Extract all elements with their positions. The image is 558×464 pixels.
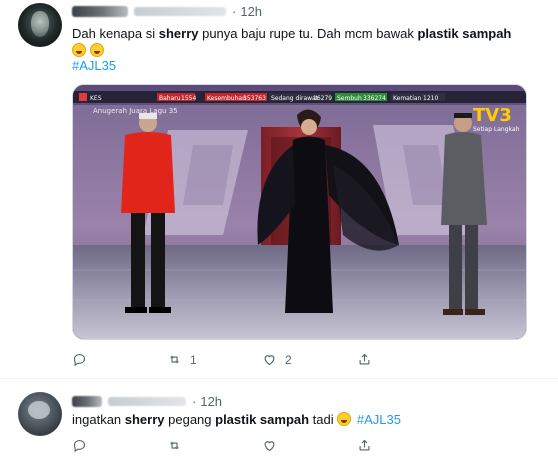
hashtag-line: #AJL35: [72, 56, 116, 75]
reply-button[interactable]: [72, 352, 167, 367]
svg-text:Baharu: Baharu: [159, 95, 181, 102]
tweet-text: Dah kenapa si sherry punya baju rupe tu.…: [72, 26, 512, 41]
share-button[interactable]: [357, 438, 452, 453]
svg-text:1554: 1554: [181, 95, 196, 102]
tweet-header: · 12h: [72, 394, 222, 409]
tweet-actions: 1 2: [72, 352, 452, 367]
retweet-icon: [170, 355, 179, 364]
share-button[interactable]: [357, 352, 452, 367]
svg-text:1210: 1210: [423, 95, 438, 102]
share-icon: [359, 439, 370, 451]
tweet[interactable]: · 12h Dah kenapa si sherry punya baju ru…: [0, 0, 558, 379]
author-name-blurred[interactable]: [72, 6, 128, 17]
emoji-row: [72, 43, 106, 57]
tweet-media-image[interactable]: KES Baharu 1554 Kesembuhan 353763 Sedang…: [72, 84, 527, 340]
like-icon: [264, 441, 275, 452]
stage-caption: Anugerah Juara Lagu 35: [93, 107, 178, 115]
reply-button[interactable]: [72, 438, 167, 453]
reply-icon: [73, 353, 86, 367]
like-count: 2: [285, 352, 292, 367]
hashtag-link[interactable]: #AJL35: [72, 58, 116, 73]
svg-text:Kesembuhan: Kesembuhan: [207, 95, 246, 102]
author-handle-blurred: [134, 7, 226, 16]
retweet-count: 1: [190, 352, 197, 367]
avatar[interactable]: [18, 392, 62, 436]
tv3-logo: TV3: [473, 105, 512, 126]
like-button[interactable]: [262, 438, 357, 453]
svg-text:16279: 16279: [313, 95, 332, 102]
svg-text:Sedang dirawat: Sedang dirawat: [271, 95, 319, 102]
retweet-button[interactable]: [167, 438, 262, 453]
retweet-icon: [170, 441, 179, 450]
ticker-label: KES: [90, 95, 102, 102]
like-button[interactable]: 2: [262, 352, 357, 367]
author-handle-blurred: [108, 397, 186, 406]
svg-text:353763: 353763: [243, 95, 266, 102]
tweet-text: ingatkan sherry pegang plastik sampah ta…: [72, 412, 401, 427]
svg-text:Kematian: Kematian: [393, 95, 422, 102]
svg-text:Sembuh: Sembuh: [337, 95, 362, 102]
tweet-time[interactable]: 12h: [240, 4, 262, 19]
author-name-blurred[interactable]: [72, 396, 102, 407]
grinning-sweat-emoji-icon: [72, 43, 86, 57]
grinning-sweat-emoji-icon: [90, 43, 104, 57]
svg-text:336274: 336274: [363, 95, 386, 102]
like-icon: [264, 355, 275, 366]
tweet-header: · 12h: [72, 4, 262, 19]
share-icon: [359, 353, 370, 365]
grinning-sweat-emoji-icon: [337, 412, 352, 426]
reply-icon: [73, 439, 86, 453]
hashtag-link[interactable]: #AJL35: [357, 412, 401, 427]
avatar[interactable]: [18, 3, 62, 47]
tweet-actions: [72, 438, 452, 453]
tweet-time[interactable]: 12h: [200, 394, 222, 409]
slogan: Setiap Langkah: [473, 126, 520, 133]
retweet-button[interactable]: 1: [167, 352, 262, 367]
